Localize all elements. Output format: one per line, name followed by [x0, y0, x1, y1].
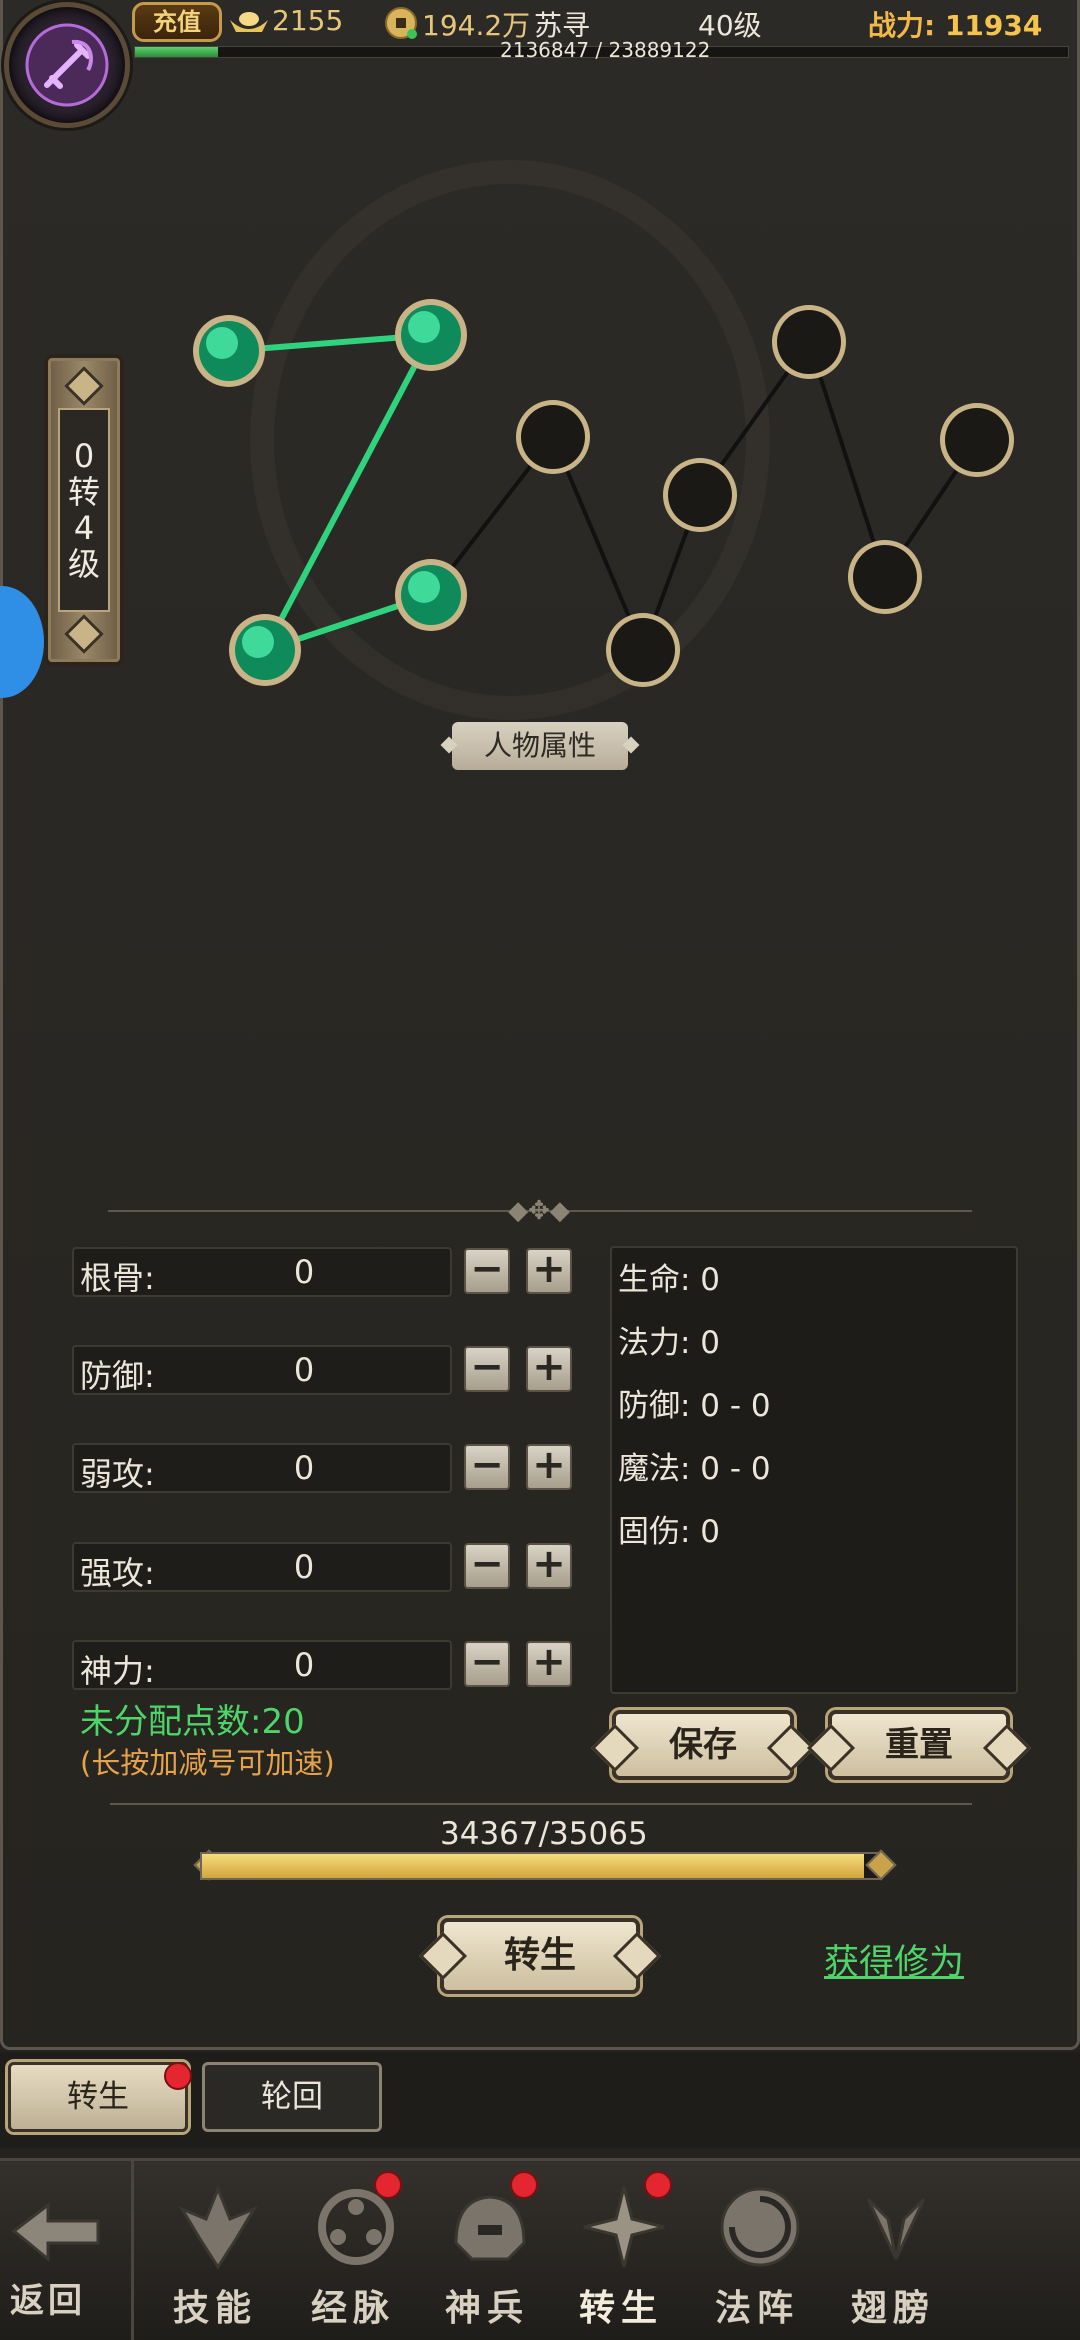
meridian-node-locked[interactable] — [940, 403, 1014, 477]
recharge-button[interactable]: 充值 — [132, 2, 222, 42]
gold-amount: 2155 — [272, 4, 344, 37]
stat-field: 弱攻: 0 — [72, 1443, 452, 1493]
exp-bar-fill — [135, 47, 219, 57]
plus-button[interactable]: + — [526, 1248, 572, 1294]
minus-button[interactable]: − — [464, 1543, 510, 1589]
divider-ornament-icon: ◆✥◆ — [508, 1196, 570, 1226]
meridian-graph — [193, 299, 1014, 687]
back-button[interactable]: 返回 — [0, 2161, 134, 2340]
save-button[interactable]: 保存 — [612, 1710, 794, 1780]
stat-value: 0 — [293, 1449, 315, 1487]
meridian-link — [807, 341, 887, 578]
combat-power: 战力: 11934 — [868, 4, 1042, 44]
cultivation-progress-bar — [200, 1852, 880, 1880]
stat-name: 弱攻: — [80, 1455, 155, 1493]
result-line: 防御: 0 - 0 — [618, 1388, 771, 1424]
section-divider — [110, 1803, 972, 1805]
cultivation-progress-text: 34367/35065 — [440, 1816, 648, 1852]
coin-icon — [385, 7, 417, 39]
stat-row-constitution: 根骨: 0 − + — [72, 1247, 572, 1297]
result-line: 固伤: 0 — [618, 1514, 721, 1550]
result-line: 生命: 0 — [618, 1262, 721, 1298]
stat-field: 神力: 0 — [72, 1640, 452, 1690]
result-line: 法力: 0 — [618, 1325, 721, 1361]
combat-power-value: 11934 — [944, 9, 1043, 42]
top-bar: 充值 2155 194.2万 苏寻 40级 战力: 11934 2136847 … — [0, 0, 1080, 128]
plus-button[interactable]: + — [526, 1346, 572, 1392]
hold-hint: (长按加减号可加速) — [80, 1746, 335, 1780]
wings-icon — [866, 2197, 926, 2260]
plus-button[interactable]: + — [526, 1641, 572, 1687]
meridian-nodes — [193, 299, 1014, 687]
skills-icon — [178, 2184, 258, 2270]
progress-fill — [202, 1854, 865, 1878]
rebirth-button[interactable]: 转生 — [440, 1918, 640, 1994]
meridian-node-locked[interactable] — [516, 400, 590, 474]
attribute-result-box: 生命: 0 法力: 0 防御: 0 - 0 魔法: 0 - 0 固伤: 0 — [610, 1246, 1018, 1694]
gain-cultivation-link[interactable]: 获得修为 — [824, 1934, 964, 1985]
stat-row-strong-attack: 强攻: 0 − + — [72, 1542, 572, 1592]
stat-field: 强攻: 0 — [72, 1542, 452, 1592]
minus-button[interactable]: − — [464, 1444, 510, 1490]
nav-label: 翅膀 — [850, 2288, 935, 2329]
character-attributes-label[interactable]: 人物属性 — [452, 722, 628, 770]
plus-button[interactable]: + — [526, 1444, 572, 1490]
meridian-node-locked[interactable] — [848, 540, 922, 614]
meridian-node-lit[interactable] — [395, 299, 467, 371]
notification-dot — [644, 2171, 672, 2199]
stat-name: 防御: — [80, 1357, 155, 1395]
nav-label: 神兵 — [444, 2288, 529, 2329]
unassigned-points: 未分配点数:20 — [80, 1702, 305, 1742]
meridian-node-locked[interactable] — [606, 613, 680, 687]
nav-skills[interactable]: 技能 — [148, 2161, 282, 2340]
reset-button[interactable]: 重置 — [828, 1710, 1010, 1780]
nav-label: 法阵 — [714, 2288, 799, 2329]
stat-row-defense: 防御: 0 − + — [72, 1345, 572, 1395]
tab-rebirth[interactable]: 转生 — [8, 2062, 188, 2132]
stat-value: 0 — [293, 1646, 315, 1684]
tab-reincarnation[interactable]: 轮回 — [202, 2062, 382, 2132]
bottom-nav: 返回 技能 经脉 神兵 转生 法阵 翅膀 — [0, 2158, 1080, 2340]
stat-name: 神力: — [80, 1652, 155, 1690]
minus-button[interactable]: − — [464, 1641, 510, 1687]
sub-tab-bar: 转生 轮回 — [0, 2052, 1080, 2148]
meridian-node-locked[interactable] — [772, 305, 846, 379]
stat-name: 根骨: — [80, 1259, 155, 1297]
nav-label: 经脉 — [310, 2288, 395, 2329]
player-avatar[interactable] — [4, 2, 130, 128]
plus-button[interactable]: + — [526, 1543, 572, 1589]
exp-text: 2136847 / 23889122 — [500, 38, 711, 62]
meridian-node-lit[interactable] — [395, 559, 467, 631]
meridian-node-lit[interactable] — [229, 614, 301, 686]
stat-row-divine-power: 神力: 0 − + — [72, 1640, 572, 1690]
nav-label: 技能 — [172, 2288, 257, 2329]
formation-icon — [720, 2187, 800, 2267]
minus-button[interactable]: − — [464, 1248, 510, 1294]
stat-row-weak-attack: 弱攻: 0 − + — [72, 1443, 572, 1493]
nav-label: 转生 — [578, 2288, 663, 2329]
back-label: 返回 — [10, 2281, 86, 2321]
sword-avatar-icon — [25, 23, 109, 107]
stat-name: 强攻: — [80, 1554, 155, 1592]
stat-field: 根骨: 0 — [72, 1247, 452, 1297]
stat-value: 0 — [293, 1253, 315, 1291]
notification-dot — [510, 2171, 538, 2199]
back-arrow-icon — [11, 2201, 100, 2263]
gold-ingot-icon — [230, 12, 268, 32]
combat-power-label: 战力: — [868, 9, 936, 42]
meridian-node-lit[interactable] — [193, 315, 265, 387]
nav-formation[interactable]: 法阵 — [690, 2161, 824, 2340]
stat-value: 0 — [293, 1548, 315, 1586]
stat-field: 防御: 0 — [72, 1345, 452, 1395]
result-line: 魔法: 0 - 0 — [618, 1451, 771, 1487]
nav-wings[interactable]: 翅膀 — [826, 2161, 960, 2340]
notification-dot — [164, 2062, 192, 2090]
notification-dot — [374, 2171, 402, 2199]
meridian-node-locked[interactable] — [663, 458, 737, 532]
minus-button[interactable]: − — [464, 1346, 510, 1392]
stat-value: 0 — [293, 1351, 315, 1389]
